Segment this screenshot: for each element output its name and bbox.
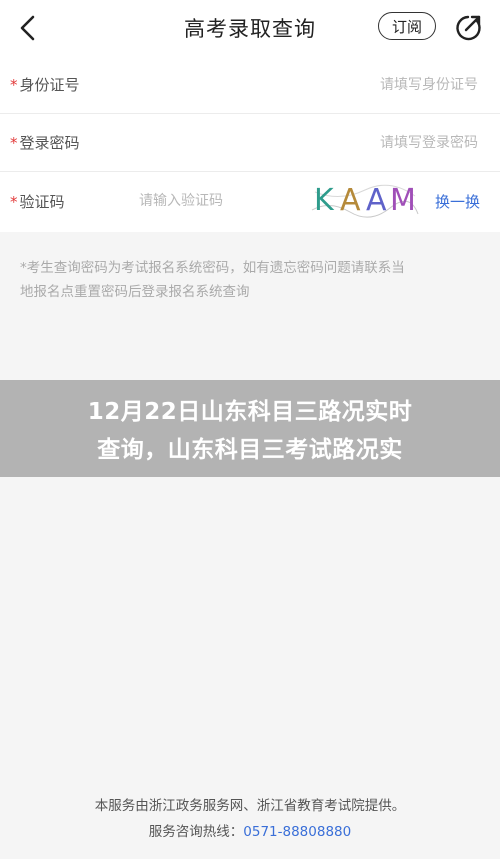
captcha-char: A	[340, 183, 361, 218]
captcha-char: A	[366, 183, 387, 218]
note-line: 地报名点重置密码后登录报名系统查询	[20, 284, 250, 300]
password-label-text: 登录密码	[19, 134, 80, 152]
headline-line: 12月22日山东科目三路况实时	[87, 399, 413, 425]
password-row: * 登录密码	[0, 114, 500, 172]
footer-hotline: 服务咨询热线：0571-88808880	[0, 820, 500, 844]
id-label-text: 身份证号	[19, 76, 80, 94]
footer-provider: 本服务由浙江政务服务网、浙江省教育考试院提供。 服务咨询热线：0571-8880…	[0, 794, 500, 844]
id-label: * 身份证号	[10, 74, 80, 95]
required-mark: *	[10, 76, 18, 94]
share-icon	[456, 15, 481, 41]
id-input[interactable]	[256, 75, 480, 94]
note-line: *考生查询密码为考试报名系统密码，如有遗忘密码问题请联系当	[20, 260, 405, 276]
captcha-input[interactable]	[137, 192, 301, 210]
page-title: 高考录取查询	[184, 17, 316, 41]
captcha-label: * 验证码	[10, 191, 65, 212]
hotline-label: 服务咨询热线：	[148, 824, 244, 840]
captcha-char: K	[314, 183, 335, 218]
required-mark: *	[10, 134, 18, 152]
password-label: * 登录密码	[10, 132, 80, 153]
login-note: *考生查询密码为考试报名系统密码，如有遗忘密码问题请联系当 地报名点重置密码后登…	[20, 256, 480, 304]
captcha-image[interactable]: K A A M	[310, 180, 420, 222]
headline-line: 查询，山东科目三考试路况实	[97, 437, 403, 463]
refresh-captcha-link[interactable]: 换一换	[435, 191, 480, 212]
headline: 12月22日山东科目三路况实时 查询，山东科目三考试路况实	[0, 393, 500, 469]
required-mark: *	[10, 192, 18, 211]
footer-provider-text: 本服务由浙江政务服务网、浙江省教育考试院提供。	[94, 798, 406, 814]
login-form: *身份证号 *登录密码 *验证码 K A A M 换一换	[0, 56, 500, 232]
top-bar: 高考录取查询 订阅	[0, 0, 500, 56]
captcha-row: *验证码 K A A M 换一换	[0, 172, 500, 230]
share-button[interactable]	[452, 12, 484, 44]
captcha-char: M	[390, 183, 416, 218]
back-button[interactable]	[10, 10, 46, 46]
hotline-number-link[interactable]: 0571-88808880	[243, 824, 351, 840]
id-row: * 身份证号	[0, 56, 500, 114]
password-input[interactable]	[256, 133, 480, 152]
subscribe-button[interactable]: 订阅	[378, 12, 436, 40]
back-arrow-icon	[20, 15, 35, 41]
captcha-label-text: 验证码	[19, 192, 65, 211]
